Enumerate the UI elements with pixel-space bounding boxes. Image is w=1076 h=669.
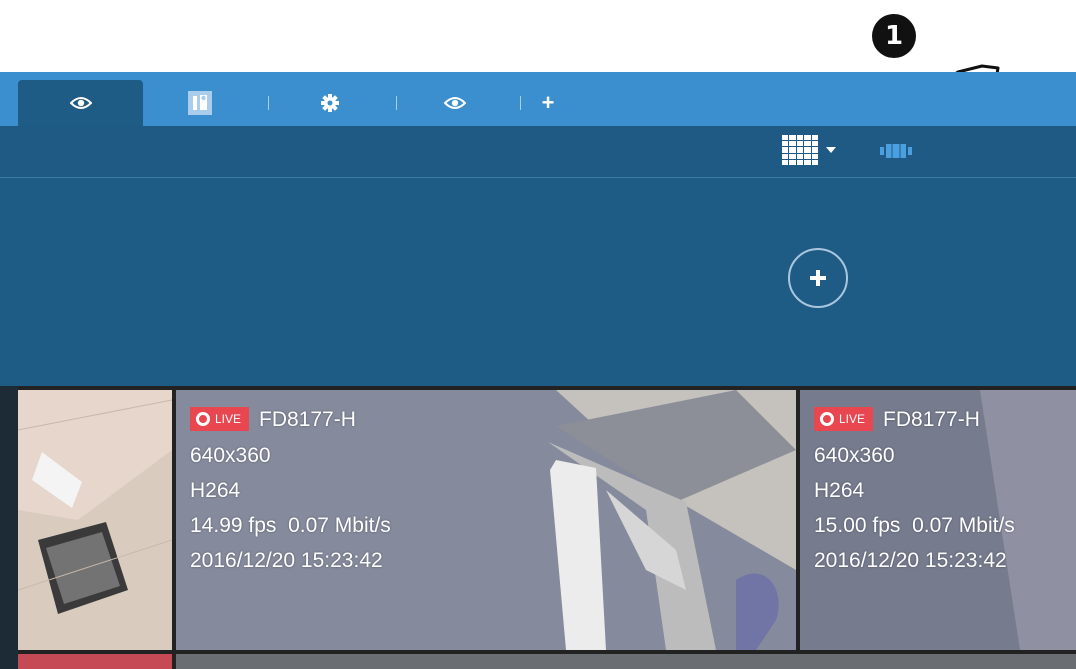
camera-tile[interactable]: LIVE FD8177-H 640x360 H264 15.00 fps 0.0… [800,390,1076,650]
camera-feed-image [18,390,172,650]
camera-tile[interactable] [18,654,172,669]
eye-icon [69,97,92,109]
camera-timestamp: 2016/12/20 15:23:42 [190,549,383,572]
camera-timestamp: 2016/12/20 15:23:42 [814,549,1007,572]
camera-bitrate: 0.07 Mbit/s [912,514,1015,537]
camera-tile[interactable] [176,654,1076,669]
camera-tile[interactable]: LIVE FD8177-H 640x360 H264 14.99 fps 0.0… [176,390,796,650]
live-label: LIVE [215,411,242,426]
eye-icon [444,97,466,109]
app-window: + LIVE FD8177-H 640x360 H264 14.99 fps 0… [0,72,1076,669]
tab-separator [396,96,397,110]
tab-liveview-active[interactable] [18,80,143,126]
view-toolbar [0,126,1076,178]
camera-stats: 15.00 fps 0.07 Mbit/s [814,508,1015,543]
record-icon [820,412,834,426]
tab-separator [520,96,521,110]
camera-resolution: 640x360 [190,444,271,467]
live-label: LIVE [839,411,866,426]
camera-bitrate: 0.07 Mbit/s [288,514,391,537]
camera-fps: 15.00 fps [814,514,901,537]
camera-stats: 14.99 fps 0.07 Mbit/s [190,508,391,543]
tab-map[interactable] [182,80,218,126]
tab-separator [268,96,269,110]
live-badge: LIVE [190,407,250,431]
add-view-panel [0,179,1076,386]
camera-tile[interactable] [18,390,172,650]
camera-name: FD8177-H [259,407,356,431]
callout-1: 1 [872,14,916,58]
grid-layout-icon [782,135,818,165]
chevron-down-icon [826,147,836,153]
panel-toggle-icon[interactable] [878,140,914,162]
tab-liveview-2[interactable] [440,80,470,126]
plus-icon [810,270,826,286]
gear-icon [321,94,339,112]
live-badge: LIVE [814,407,874,431]
add-tab-button[interactable]: + [536,80,560,126]
add-view-button[interactable] [788,248,848,308]
camera-info-overlay: LIVE FD8177-H 640x360 H264 14.99 fps 0.0… [190,404,391,578]
layout-selector-button[interactable] [782,134,852,166]
tab-settings[interactable] [315,80,345,126]
camera-info-overlay: LIVE FD8177-H 640x360 H264 15.00 fps 0.0… [814,404,1015,578]
tab-bar: + [0,72,1076,126]
camera-codec: H264 [190,479,241,502]
camera-resolution: 640x360 [814,444,895,467]
camera-name: FD8177-H [883,407,980,431]
video-grid: LIVE FD8177-H 640x360 H264 14.99 fps 0.0… [0,386,1076,669]
camera-fps: 14.99 fps [190,514,277,537]
record-icon [196,412,210,426]
side-strip [0,386,18,669]
map-icon [188,91,212,115]
camera-codec: H264 [814,479,865,502]
